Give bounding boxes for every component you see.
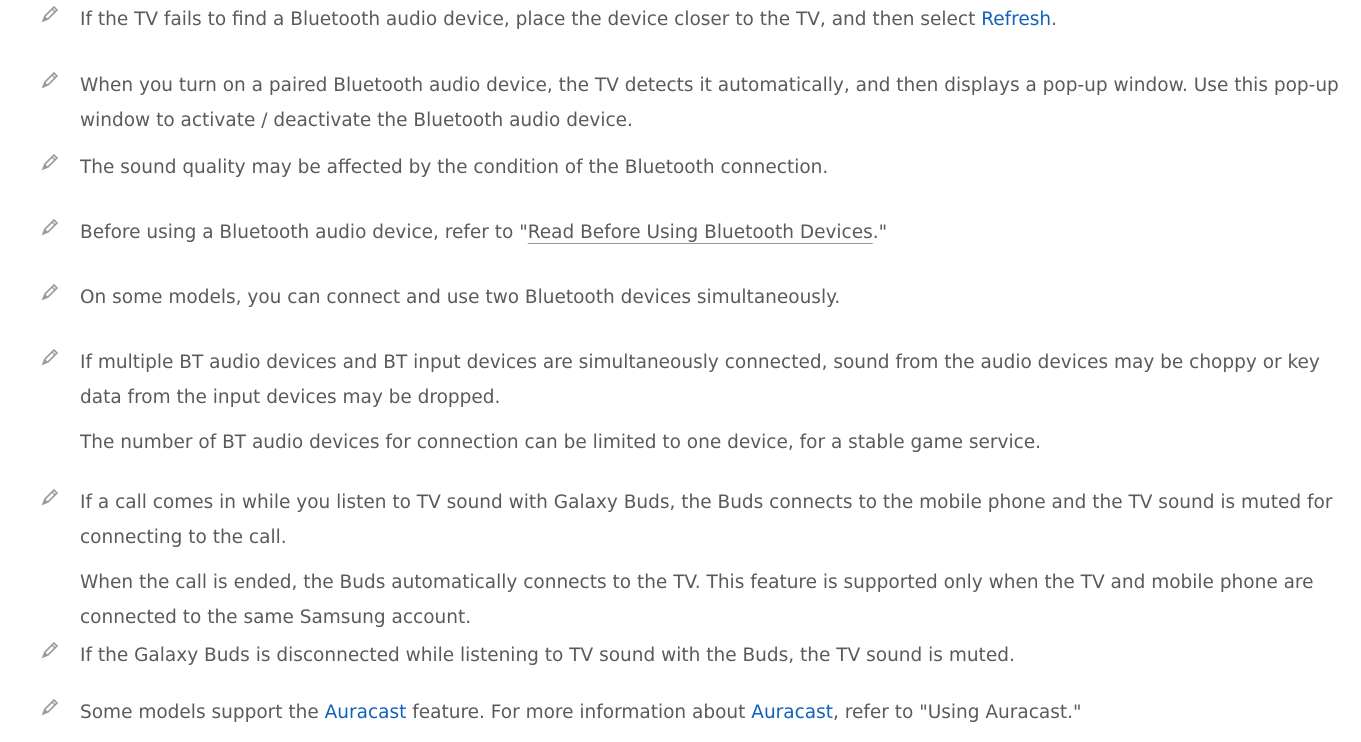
note-text-after: ." (872, 222, 888, 243)
note-text-after: , refer to "Using Auracast." (833, 702, 1082, 723)
note-text-middle: feature. For more information about (406, 702, 752, 723)
note-text: If a call comes in while you listen to T… (80, 492, 1333, 548)
read-before-link[interactable]: Read Before Using Bluetooth Devices (528, 222, 873, 243)
pencil-icon (41, 218, 59, 236)
note-text: If the TV fails to find a Bluetooth audi… (40, 2, 1351, 37)
pencil-icon (41, 153, 59, 171)
auracast-link[interactable]: Auracast (751, 702, 833, 723)
auracast-link[interactable]: Auracast (325, 702, 407, 723)
note-auracast: Some models support the Auracast feature… (40, 695, 1351, 730)
pencil-icon (41, 348, 59, 366)
note-multiple-bt: If multiple BT audio devices and BT inpu… (40, 345, 1351, 460)
note-two-devices: On some models, you can connect and use … (40, 280, 1351, 315)
note-text: If the Galaxy Buds is disconnected while… (80, 645, 1015, 666)
pencil-icon (41, 641, 59, 659)
note-extra-text: The number of BT audio devices for conne… (80, 432, 1042, 453)
note-text: The sound quality may be affected by the… (80, 157, 829, 178)
note-text-before: If the TV fails to find a Bluetooth audi… (80, 9, 982, 30)
note-galaxy-buds-call: If a call comes in while you listen to T… (40, 485, 1351, 635)
pencil-icon (41, 71, 59, 89)
note-sound-quality: The sound quality may be affected by the… (40, 150, 1351, 185)
note-text-before: Before using a Bluetooth audio device, r… (80, 222, 528, 243)
note-text: When you turn on a paired Bluetooth audi… (80, 75, 1339, 131)
note-buds-disconnected: If the Galaxy Buds is disconnected while… (40, 638, 1351, 673)
note-text: On some models, you can connect and use … (80, 287, 841, 308)
note-paired-device: When you turn on a paired Bluetooth audi… (40, 68, 1351, 138)
note-refresh: If the TV fails to find a Bluetooth audi… (40, 2, 1351, 37)
note-text: Before using a Bluetooth audio device, r… (40, 215, 1351, 250)
note-text-before: Some models support the (80, 702, 325, 723)
note-read-before: Before using a Bluetooth audio device, r… (40, 215, 1351, 250)
document-page: If the TV fails to find a Bluetooth audi… (0, 0, 1361, 742)
note-text: Some models support the Auracast feature… (40, 695, 1351, 730)
pencil-icon (41, 5, 59, 23)
refresh-link[interactable]: Refresh (981, 9, 1051, 30)
note-extra-text: When the call is ended, the Buds automat… (80, 572, 1314, 628)
pencil-icon (41, 698, 59, 716)
note-text: If multiple BT audio devices and BT inpu… (80, 352, 1320, 408)
pencil-icon (41, 283, 59, 301)
pencil-icon (41, 488, 59, 506)
note-text-after: . (1051, 9, 1057, 30)
